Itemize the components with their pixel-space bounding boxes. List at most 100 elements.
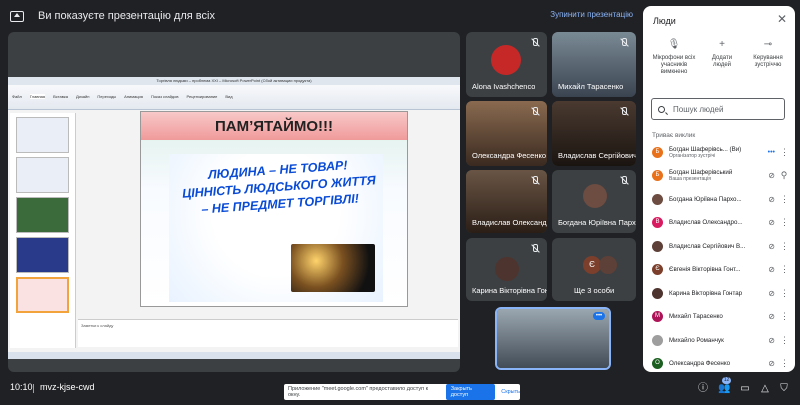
people-panel: Люди ✕ 🎙 Мікрофони всіх учасників вимкне… [643, 6, 795, 372]
avatar: В [652, 217, 663, 228]
chat-icon[interactable]: ▭ [739, 383, 751, 395]
mic-off-icon [530, 38, 539, 47]
participant-row[interactable]: В Владислав Олександро... ⊘ ⋮ [643, 212, 795, 234]
speaking-icon[interactable]: ••• [768, 149, 775, 156]
ribbon-tab[interactable]: Вставка [53, 94, 68, 99]
participant-tile[interactable]: Карина Вікторівна Гонт... [466, 238, 547, 301]
avatar: О [652, 358, 663, 369]
mic-off-icon [530, 244, 539, 253]
participant-row[interactable]: Богдана Юріївна Пархо... ⊘ ⋮ [643, 188, 795, 210]
more-vert-icon[interactable]: ⋮ [780, 311, 789, 322]
more-participants-tile[interactable]: Є Ще 3 особи [552, 238, 636, 301]
more-vert-icon[interactable]: ⋮ [780, 288, 789, 299]
mic-off-icon[interactable]: ⊘ [768, 218, 775, 227]
hide-notice-link[interactable]: Скрыть [501, 389, 520, 395]
participant-row[interactable]: Б Богдан Шаферівсь... (Ви) Організатор зус… [643, 141, 795, 163]
stop-presenting-button[interactable]: Зупинити презентацію [550, 10, 633, 19]
ribbon-tab[interactable]: Показ слайдов [151, 94, 179, 99]
participant-tile[interactable]: Владислав Олександр... [466, 170, 547, 233]
participant-row[interactable]: Б Богдан Шаферівський Ваша презентація ⊘ ⚲ [643, 165, 795, 187]
slide-thumbnail[interactable] [16, 237, 69, 273]
participant-row[interactable]: Карина Вікторівна Гонтар ⊘ ⋮ [643, 282, 795, 304]
participant-tile[interactable]: Владислав Сергійович [552, 101, 636, 166]
ribbon-tab[interactable]: Анимация [124, 94, 143, 99]
participant-row[interactable]: Є Євгенія Вікторівна Гонт... ⊘ ⋮ [643, 259, 795, 281]
bottom-bar: 10:10 mvz-kjse-cwd Приложение "meet.goog… [0, 372, 800, 405]
people-icon[interactable]: 👥 [718, 383, 730, 395]
stop-sharing-button[interactable]: Закрыть доступ [445, 384, 496, 400]
more-vert-icon[interactable]: ⋮ [780, 335, 789, 346]
mute-all-control[interactable]: 🎙 Мікрофони всіх учасників вимкнено [649, 40, 699, 76]
ribbon-tab[interactable]: Вид [225, 94, 232, 99]
participant-row[interactable]: М Михайл Тарасенко ⊘ ⋮ [643, 306, 795, 328]
avatar [652, 193, 663, 205]
participant-tile[interactable]: Олександра Фесенко [466, 101, 547, 166]
slide-slogan: ЛЮДИНА – НЕ ТОВАР! ЦІННІСТЬ ЛЮДСЬКОГО ЖИ… [181, 158, 377, 217]
candles-image [291, 244, 375, 292]
participant-name: Карина Вікторівна Гонтар [669, 289, 743, 297]
more-vert-icon[interactable]: ⋮ [780, 217, 789, 228]
participant-tile[interactable]: Alona Ivashchenco [466, 32, 547, 97]
participant-tile[interactable]: Богдана Юріївна Пархо... [552, 170, 636, 233]
participant-info: Владислав Сергійович В... [669, 243, 757, 250]
activities-icon[interactable]: △ [759, 383, 771, 395]
ribbon-tab[interactable]: Рецензирование [187, 94, 218, 99]
meeting-controls-control[interactable]: ⊸ Керування зустріччю [745, 40, 791, 69]
more-vert-icon[interactable]: ⋮ [780, 147, 789, 158]
control-label: Додати людей [711, 55, 733, 68]
participant-row[interactable]: О Олександра Фесенко ⊘ ⋮ [643, 353, 795, 373]
shared-screen: Торгівля людьми – проблема ХХІ – Microso… [8, 32, 460, 372]
mic-off-icon[interactable]: ⊘ [768, 336, 775, 345]
present-screen-icon [10, 10, 24, 22]
mic-off-icon[interactable]: ⊘ [768, 312, 775, 321]
participant-row[interactable]: Михайло Романчук ⊘ ⋮ [643, 329, 795, 351]
ribbon-tab[interactable]: Дизайн [76, 94, 89, 99]
host-controls-icon[interactable]: ⛉ [778, 383, 790, 395]
mic-off-icon[interactable]: ⊘ [768, 242, 775, 251]
self-view-tile[interactable]: ••• [495, 307, 611, 370]
slide-thumbnail[interactable] [16, 197, 69, 233]
mic-off-icon[interactable]: ⊘ [768, 289, 775, 298]
more-vert-icon[interactable]: ⋮ [780, 358, 789, 369]
participant-row[interactable]: Владислав Сергійович В... ⊘ ⋮ [643, 235, 795, 257]
search-input[interactable]: Пошук людей [651, 98, 785, 120]
participant-name: Владислав Олександр... [472, 218, 547, 227]
ribbon-tab[interactable]: Главная [29, 94, 46, 99]
close-icon[interactable]: ✕ [777, 12, 787, 26]
participant-info: Богдан Шаферівсь... (Ви) Організатор зуст… [669, 146, 757, 159]
slide-thumbnail-selected[interactable] [16, 277, 69, 313]
more-participants-label: Ще 3 особи [574, 286, 615, 295]
participant-name: Олександра Фесенко [669, 360, 731, 367]
info-icon[interactable]: ⓘ [697, 383, 709, 395]
more-vert-icon[interactable]: ⋮ [780, 241, 789, 252]
ribbon-tab[interactable]: Переходы [97, 94, 116, 99]
slide-thumbnail[interactable] [16, 157, 69, 193]
slide-notes[interactable]: Заметки к слайду [78, 319, 458, 347]
slide-title: ПАМ’ЯТАЙМО!!! [141, 112, 407, 140]
current-slide: ПАМ’ЯТАЙМО!!! ЛЮДИНА – НЕ ТОВАР! ЦІННІСТ… [140, 111, 408, 307]
participant-info: Богдан Шаферівський Ваша презентація [669, 169, 757, 182]
mic-off-icon [619, 176, 628, 185]
mic-off-icon[interactable]: ⊘ [768, 195, 775, 204]
participant-tile[interactable]: Михайл Тарасенко [552, 32, 636, 97]
avatar: Б [652, 146, 663, 158]
participant-name: Богдана Юріївна Пархо... [558, 218, 636, 227]
participant-name: Владислав Олександро... [669, 219, 743, 226]
divider [33, 384, 34, 393]
participant-role: Ваша презентація [669, 176, 711, 182]
slide-body: ЛЮДИНА – НЕ ТОВАР! ЦІННІСТЬ ЛЮДСЬКОГО ЖИ… [169, 154, 383, 302]
participant-name: Alona Ivashchenco [472, 82, 536, 91]
pin-icon[interactable]: ⚲ [780, 170, 788, 181]
more-vert-icon[interactable]: ⋮ [780, 264, 789, 275]
ribbon-tab[interactable]: Файл [12, 94, 22, 99]
participant-info: Богдана Юріївна Пархо... [669, 196, 757, 203]
slide-thumbnail[interactable] [16, 117, 69, 153]
search-icon [658, 105, 665, 113]
mic-off-icon[interactable]: ⊘ [768, 265, 775, 274]
more-options-icon[interactable]: ••• [593, 312, 605, 320]
more-vert-icon[interactable]: ⋮ [780, 194, 789, 205]
mic-off-icon[interactable]: ⊘ [768, 359, 775, 368]
add-people-control[interactable]: + Додати людей [706, 40, 738, 69]
mic-off-icon [530, 107, 539, 116]
mic-off-icon[interactable]: ⊘ [768, 171, 775, 180]
